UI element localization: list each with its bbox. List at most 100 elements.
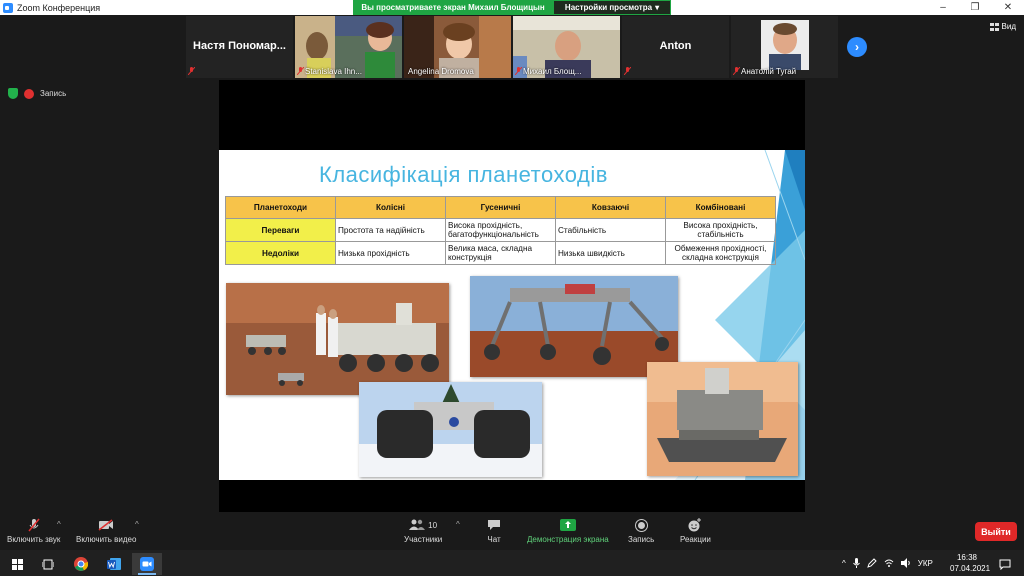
combined-rover-photo (647, 362, 798, 476)
chat-label: Чат (487, 535, 501, 544)
record-label: Запись (628, 535, 655, 544)
wheeled-rovers-photo (226, 283, 449, 395)
zoom-icon (140, 557, 154, 571)
leave-meeting-button[interactable]: Выйти (975, 522, 1017, 541)
audio-options-caret[interactable]: ^ (57, 520, 61, 529)
chevron-down-icon: ▾ (655, 3, 660, 12)
start-video-button[interactable]: Включить видео (76, 518, 136, 544)
meeting-toolbar: Включить звук ^ Включить видео ^ 10 Учас… (0, 514, 1024, 550)
table-cell: Низька прохідність (335, 241, 446, 265)
language-indicator[interactable]: УКР (918, 559, 933, 568)
reactions-button[interactable]: Реакции (680, 518, 711, 544)
participant-name: Анатолій Тугай (741, 67, 797, 76)
network-icon[interactable] (884, 558, 894, 568)
view-settings-button[interactable]: Настройки просмотра ▾ (553, 0, 671, 15)
participant-name-large: Настя Пономар... (193, 40, 286, 52)
mic-muted-icon (515, 67, 522, 75)
shield-icon[interactable] (8, 88, 18, 99)
record-button[interactable]: Запись (628, 518, 654, 544)
word-icon (107, 558, 121, 570)
presentation-slide: Класифікація планетоходів Планетоходи Ко… (219, 150, 805, 480)
pen-icon[interactable] (866, 558, 877, 568)
meeting-status: Запись (8, 88, 66, 99)
table-header: Ковзаючі (555, 196, 666, 219)
smiley-plus-icon (688, 518, 702, 532)
mic-muted-icon (297, 67, 304, 75)
chrome-taskbar-button[interactable] (66, 553, 96, 575)
minimize-button[interactable]: – (928, 0, 958, 15)
taskbar-clock[interactable]: 16:38 07.04.2021 (950, 552, 990, 574)
participant-name: Михаил Блощ... (523, 67, 582, 76)
volume-icon[interactable] (900, 558, 911, 568)
chat-icon (488, 520, 500, 530)
windows-taskbar: ^ УКР 16:38 07.04.2021 (0, 550, 1024, 576)
row-header: Недоліки (225, 241, 336, 265)
table-row: Недоліки Низька прохідність Велика маса,… (225, 241, 776, 265)
view-label: Вид (1001, 22, 1016, 31)
notification-icon (999, 559, 1011, 570)
zoom-app-icon (3, 2, 13, 13)
participant-name-large: Anton (659, 40, 692, 52)
window-title: Zoom Конференция (17, 2, 101, 13)
share-screen-label: Демонстрация экрана (527, 535, 609, 544)
video-options-caret[interactable]: ^ (135, 520, 139, 529)
table-header: Планетоходи (225, 196, 336, 219)
row-header: Переваги (225, 218, 336, 242)
mic-muted-icon (624, 67, 631, 75)
zoom-window: Zoom Конференция – ❐ ✕ Вы просматриваете… (0, 0, 1024, 576)
share-banner: Вы просматриваете экран Михаил Блощицын (353, 0, 553, 15)
share-screen-button[interactable]: Демонстрация экрана (527, 518, 609, 544)
participants-button[interactable]: 10 Участники (404, 518, 442, 544)
participant-tile[interactable]: Настя Пономар... (186, 16, 293, 78)
participant-tile[interactable]: Михаил Блощ... (513, 16, 620, 78)
record-icon (634, 518, 648, 532)
maximize-button[interactable]: ❐ (960, 0, 990, 15)
table-cell: Простота та надійність (335, 218, 446, 242)
task-view-icon (42, 559, 54, 569)
notifications-button[interactable] (990, 553, 1020, 575)
table-header: Гусеничні (445, 196, 556, 219)
chrome-icon (74, 557, 88, 571)
table-cell: Стабільність (555, 218, 666, 242)
unmute-button[interactable]: Включить звук (7, 518, 60, 544)
table-header: Комбіновані (665, 196, 776, 219)
reactions-label: Реакции (680, 535, 711, 544)
table-cell: Висока прохідність, багатофункціональніс… (445, 218, 556, 242)
word-taskbar-button[interactable] (99, 553, 129, 575)
zoom-taskbar-button[interactable] (132, 553, 162, 575)
participants-count: 10 (428, 520, 438, 530)
participant-tile[interactable]: Анатолій Тугай (731, 16, 838, 78)
table-header-row: Планетоходи Колісні Гусеничні Ковзаючі К… (225, 196, 776, 219)
participants-label: Участники (404, 535, 443, 544)
tray-overflow-caret[interactable]: ^ (842, 559, 846, 568)
record-icon (24, 88, 34, 99)
windows-logo-icon (11, 558, 23, 570)
table-cell: Низька швидкість (555, 241, 666, 265)
mic-muted-icon (28, 518, 40, 532)
chat-button[interactable]: Чат (487, 518, 501, 544)
classification-table: Планетоходи Колісні Гусеничні Ковзаючі К… (225, 196, 776, 265)
grid-icon (989, 22, 999, 31)
microphone-icon[interactable] (852, 558, 860, 568)
participants-options-caret[interactable]: ^ (456, 520, 460, 529)
participant-name: Angelina Dromova (408, 67, 474, 76)
share-status-bar: Вы просматриваете экран Михаил Блощицын … (353, 0, 671, 15)
slide-title: Класифікація планетоходів (319, 162, 608, 187)
table-header: Колісні (335, 196, 446, 219)
close-button[interactable]: ✕ (993, 0, 1023, 15)
tracked-rover-photo (359, 382, 542, 477)
table-cell: Велика маса, складна конструкція (445, 241, 556, 265)
task-view-button[interactable] (33, 553, 63, 575)
participant-gallery: Настя Пономар... Stanislava Ihn... Angel… (186, 16, 838, 78)
recording-label: Запись (40, 89, 67, 98)
participant-tile[interactable]: Anton (622, 16, 729, 78)
mic-muted-icon (733, 67, 740, 75)
start-button[interactable] (2, 553, 32, 575)
gallery-next-button[interactable]: › (847, 37, 867, 57)
participant-tile[interactable]: Angelina Dromova (404, 16, 511, 78)
start-video-label: Включить видео (76, 535, 137, 544)
table-cell: Обмеження прохідності, складна конструкц… (665, 241, 776, 265)
participant-tile[interactable]: Stanislava Ihn... (295, 16, 402, 78)
view-button[interactable]: Вид (989, 22, 1016, 31)
system-tray: ^ УКР (842, 550, 933, 576)
